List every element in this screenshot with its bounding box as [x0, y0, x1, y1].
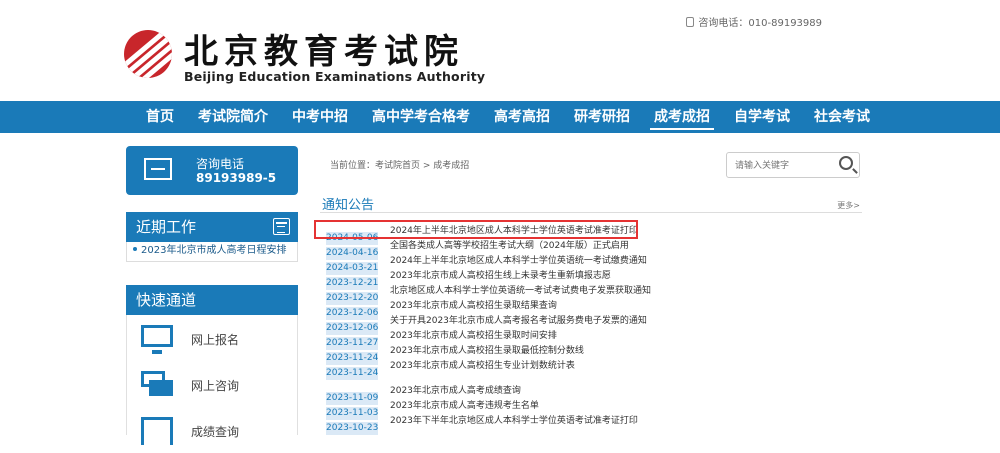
- more-link[interactable]: 更多>: [837, 200, 860, 211]
- notice-title[interactable]: 2023年下半年北京地区成人本科学士学位英语考试准考证打印: [390, 415, 638, 428]
- highlight-box: [314, 220, 638, 239]
- nav-item-5[interactable]: 研考研招: [562, 101, 642, 133]
- notice-date: 2023-10-23: [326, 422, 379, 435]
- notice-row[interactable]: 2023-11-272023年北京市成人高校招生录取时间安排: [326, 330, 846, 350]
- notice-row[interactable]: 2023-11-092023年北京市成人高考成绩查询: [326, 385, 846, 405]
- notice-row[interactable]: 2024-03-212024年上半年北京地区成人本科学士学位英语统一考试缴费通知: [326, 255, 846, 275]
- hotline-icon: [144, 158, 172, 180]
- notice-row[interactable]: 2023-11-032023年北京市成人高考违规考生名单: [326, 400, 846, 420]
- recent-work-item-text: 2023年北京市成人高考日程安排: [141, 245, 287, 256]
- notice-title[interactable]: 2023年北京市成人高校招生专业计划数统计表: [390, 360, 575, 373]
- quick-access-header: 快速通道: [126, 285, 298, 315]
- header-phone: 咨询电话：010-89193989: [686, 14, 822, 29]
- nav-item-6[interactable]: 成考成招: [642, 101, 722, 133]
- notice-title[interactable]: 2023年北京市成人高考违规考生名单: [390, 400, 539, 413]
- nav-item-7[interactable]: 自学考试: [722, 101, 802, 133]
- notice-title[interactable]: 2024年上半年北京地区成人本科学士学位英语统一考试缴费通知: [390, 255, 647, 268]
- calendar-icon: [273, 218, 290, 235]
- quick-item-online-consult[interactable]: 网上咨询: [127, 363, 297, 407]
- quick-item-label: 网上报名: [191, 333, 240, 347]
- notice-row[interactable]: 2024-04-16全国各类成人高等学校招生考试大纲（2024年版）正式启用: [326, 240, 846, 260]
- notice-title[interactable]: 2023年北京市成人高考成绩查询: [390, 385, 521, 398]
- search-box: [726, 152, 860, 178]
- notice-title[interactable]: 关于开具2023年北京市成人高考报名考试服务费电子发票的通知: [390, 315, 647, 328]
- logo-title-en: Beijing Education Examinations Authority: [184, 69, 486, 84]
- recent-work-title: 近期工作: [136, 218, 197, 236]
- site-logo[interactable]: 北京教育考试院 Beijing Education Examinations A…: [124, 24, 485, 88]
- notice-title[interactable]: 全国各类成人高等学校招生考试大纲（2024年版）正式启用: [390, 240, 629, 253]
- recent-work-header: 近期工作: [126, 212, 298, 242]
- section-title: 通知公告: [322, 198, 375, 213]
- notice-row[interactable]: 2023-12-20北京地区成人本科学士学位英语统一考试考试费电子发票获取通知: [326, 285, 846, 305]
- hotline-card[interactable]: 咨询电话 89193989-5: [126, 146, 298, 195]
- search-input[interactable]: [733, 157, 833, 175]
- phone-icon: [686, 17, 695, 27]
- notice-row[interactable]: 2023-12-062023年北京市成人高校招生录取结果查询: [326, 300, 846, 320]
- nav-item-4[interactable]: 高考高招: [482, 101, 562, 133]
- monitor-icon: [141, 325, 173, 354]
- logo-title-cn: 北京教育考试院: [184, 32, 464, 72]
- header: 北京教育考试院 Beijing Education Examinations A…: [0, 0, 1000, 100]
- notice-title[interactable]: 2023年北京市成人高校招生录取时间安排: [390, 330, 557, 343]
- breadcrumb: 当前位置：考试院首页 > 成考成招: [330, 161, 470, 171]
- recent-work-item[interactable]: 2023年北京市成人高考日程安排: [126, 242, 298, 262]
- quick-item-score-query[interactable]: 成绩查询: [127, 409, 297, 453]
- notice-row[interactable]: 2023-10-23 2023年下半年北京地区成人本科学士学位英语考试准考证打印: [326, 415, 846, 435]
- notice-row[interactable]: 2023-12-06关于开具2023年北京市成人高考报名考试服务费电子发票的通知: [326, 315, 846, 335]
- hotline-number: 89193989-5: [196, 171, 277, 185]
- hotline-label: 咨询电话: [196, 157, 245, 171]
- nav-item-1[interactable]: 考试院简介: [186, 101, 280, 133]
- main-content: 当前位置：考试院首页 > 成考成招 通知公告 更多> 2024-05-06202…: [312, 146, 868, 436]
- header-phone-text: 咨询电话：010-89193989: [698, 18, 822, 29]
- notice-title[interactable]: 2023年北京市成人高校招生录取最低控制分数线: [390, 345, 584, 358]
- nav-item-2[interactable]: 中考中招: [280, 101, 360, 133]
- nav-item-0[interactable]: 首页: [134, 101, 186, 133]
- notice-row[interactable]: 2023-11-242023年北京市成人高校招生录取最低控制分数线: [326, 345, 846, 365]
- notice-title[interactable]: 北京地区成人本科学士学位英语统一考试考试费电子发票获取通知: [390, 285, 651, 298]
- logo-emblem-icon: [124, 30, 172, 78]
- book-icon: [141, 417, 173, 445]
- notice-title[interactable]: 2023年北京市成人高校招生录取结果查询: [390, 300, 557, 313]
- quick-item-label: 网上咨询: [191, 379, 240, 393]
- nav-item-8[interactable]: 社会考试: [802, 101, 882, 133]
- quick-item-label: 成绩查询: [191, 425, 240, 439]
- main-nav: 首页 考试院简介 中考中招 高中学考合格考 高考高招 研考研招 成考成招 自学考试 社会考试: [0, 101, 1000, 133]
- section-divider: [320, 212, 862, 213]
- quick-access-list: 网上报名 网上咨询 成绩查询: [126, 315, 298, 445]
- search-icon[interactable]: [839, 156, 853, 170]
- notice-row[interactable]: 2023-12-212023年北京市成人高校招生线上未录考生重新填报志愿: [326, 270, 846, 290]
- notice-date: 2023-11-24: [326, 367, 379, 380]
- chat-icon: [141, 371, 173, 399]
- notice-row[interactable]: 2023-11-24 2023年北京市成人高校招生专业计划数统计表: [326, 360, 846, 380]
- notice-title[interactable]: 2023年北京市成人高校招生线上未录考生重新填报志愿: [390, 270, 611, 283]
- quick-access-title: 快速通道: [136, 291, 197, 309]
- bullet-icon: [133, 247, 137, 251]
- quick-item-online-registration[interactable]: 网上报名: [127, 317, 297, 361]
- nav-item-3[interactable]: 高中学考合格考: [360, 101, 482, 133]
